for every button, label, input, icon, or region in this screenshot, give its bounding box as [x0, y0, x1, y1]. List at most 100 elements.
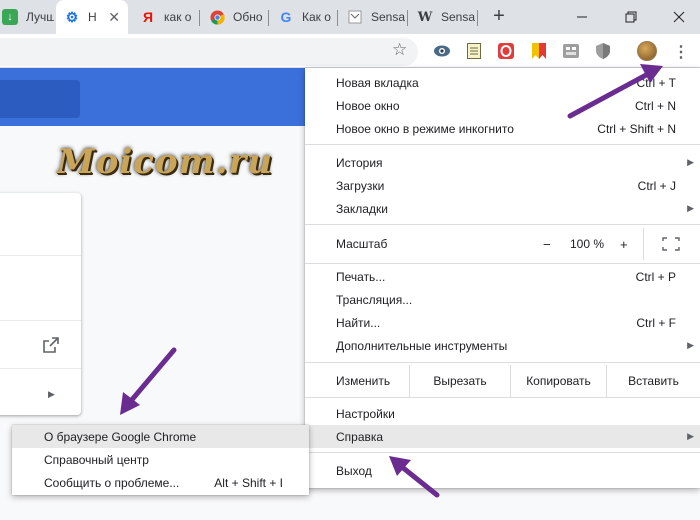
menu-item-incognito[interactable]: Новое окно в режиме инкогнито Ctrl + Shi…	[305, 117, 700, 140]
menu-item-more-tools[interactable]: Дополнительные инструменты ▶	[305, 334, 700, 357]
menu-item-find[interactable]: Найти... Ctrl + F	[305, 311, 700, 334]
menu-item-bookmarks[interactable]: Закладки ▶	[305, 197, 700, 220]
menu-item-zoom: Масштаб − 100 % +	[305, 228, 700, 260]
google-icon: G	[280, 9, 292, 25]
edit-row: Изменить Вырезать Копировать Вставить	[305, 365, 700, 397]
card-divider	[0, 320, 81, 321]
menu-item-label: Новое окно	[336, 98, 400, 113]
tab-strip: ↓ Лучш ⚙ Н ✕ Я как о Обно G Как о Sensa …	[0, 0, 700, 34]
profile-avatar[interactable]	[637, 41, 657, 61]
submenu-item-label: Сообщить о проблеме...	[44, 475, 180, 490]
menu-item-shortcut: Ctrl + N	[634, 98, 676, 113]
menu-item-shortcut: Ctrl + F	[636, 315, 676, 330]
tab-6[interactable]: Sensa	[339, 0, 405, 34]
tab-4[interactable]: Обно	[201, 0, 267, 34]
tab-title: Обно	[233, 10, 263, 24]
address-bar[interactable]	[0, 38, 418, 66]
menu-separator	[305, 452, 700, 453]
cut-button[interactable]: Вырезать	[409, 365, 510, 397]
menu-item-help[interactable]: Справка ▶	[305, 425, 700, 448]
close-icon[interactable]	[667, 6, 691, 28]
menu-item-cast[interactable]: Трансляция...	[305, 288, 700, 311]
tab-7[interactable]: W Sensa	[409, 0, 475, 34]
tab-1[interactable]: ↓ Лучш	[0, 0, 54, 34]
minimize-icon[interactable]	[570, 6, 594, 28]
tab-title: Sensa	[441, 10, 475, 24]
menu-separator	[305, 224, 700, 225]
fullscreen-icon[interactable]	[662, 237, 680, 251]
menu-item-label: Печать...	[336, 269, 386, 284]
zoom-in-button[interactable]: +	[620, 237, 628, 252]
card-divider	[0, 255, 81, 256]
edit-label: Изменить	[336, 374, 391, 388]
eye-extension-icon[interactable]	[433, 42, 451, 60]
menu-item-label: Новая вкладка	[336, 75, 419, 90]
watermark-logo: Moicom.ru	[57, 142, 274, 182]
chrome-menu-button[interactable]: ⋮	[670, 40, 692, 64]
chrome-main-menu: Новая вкладка Ctrl + T Новое окно Ctrl +…	[305, 68, 700, 488]
submenu-item-about-chrome[interactable]: О браузере Google Chrome	[12, 425, 309, 448]
wikipedia-icon: W	[417, 9, 433, 25]
menu-item-shortcut: Ctrl + J	[637, 178, 676, 193]
close-tab-icon[interactable]: ✕	[108, 10, 120, 24]
restore-icon[interactable]	[619, 6, 643, 28]
tab-title: Лучш	[26, 10, 54, 24]
tab-separator	[268, 10, 269, 26]
download-icon: ↓	[2, 9, 18, 25]
submenu-arrow-icon: ▶	[687, 340, 694, 350]
menu-item-new-window[interactable]: Новое окно Ctrl + N	[305, 94, 700, 117]
tab-title: Как о	[302, 10, 331, 24]
menu-separator	[305, 144, 700, 145]
menu-item-label: Загрузки	[336, 178, 385, 193]
zoom-out-button[interactable]: −	[543, 237, 551, 252]
paste-button[interactable]: Вставить	[606, 365, 700, 397]
menu-item-label: Выход	[336, 463, 372, 478]
tab-2-active[interactable]: ⚙ Н ✕	[56, 0, 128, 34]
page-icon	[347, 9, 363, 25]
submenu-item-label: Справочный центр	[44, 452, 149, 467]
chevron-right-icon[interactable]: ▶	[48, 389, 55, 400]
menu-item-history[interactable]: История ▶	[305, 151, 700, 174]
shield-extension-icon[interactable]	[594, 42, 612, 60]
help-submenu: О браузере Google Chrome Справочный цент…	[12, 425, 309, 495]
menu-item-label: Закладки	[336, 201, 388, 216]
bookmark-star-icon[interactable]: ☆	[392, 40, 407, 60]
submenu-arrow-icon: ▶	[687, 157, 694, 167]
open-in-new-icon[interactable]	[43, 337, 59, 356]
menu-separator	[305, 362, 700, 363]
menu-item-print[interactable]: Печать... Ctrl + P	[305, 265, 700, 288]
menu-item-settings[interactable]: Настройки	[305, 402, 700, 425]
submenu-item-help-center[interactable]: Справочный центр	[12, 448, 309, 471]
menu-item-label: Трансляция...	[336, 292, 413, 307]
settings-gear-icon: ⚙	[65, 8, 79, 25]
menu-item-shortcut: Ctrl + T	[636, 75, 676, 90]
notes-extension-icon[interactable]	[465, 42, 483, 60]
new-tab-button[interactable]: +	[488, 6, 510, 28]
chrome-icon	[209, 9, 225, 25]
submenu-arrow-icon: ▶	[687, 203, 694, 213]
menu-item-downloads[interactable]: Загрузки Ctrl + J	[305, 174, 700, 197]
tab-title: Н	[88, 10, 97, 24]
card-divider	[0, 368, 81, 369]
menu-item-label: Справка	[336, 429, 384, 444]
tab-3[interactable]: Я как о	[132, 0, 196, 34]
bookmark-extension-icon[interactable]	[530, 42, 548, 60]
menu-item-new-tab[interactable]: Новая вкладка Ctrl + T	[305, 71, 700, 94]
tab-separator	[407, 10, 408, 26]
tab-5[interactable]: G Как о	[270, 0, 336, 34]
settings-search-field[interactable]	[0, 80, 80, 118]
menu-separator	[305, 397, 700, 398]
copy-button[interactable]: Копировать	[510, 365, 606, 397]
puzzle-extension-icon[interactable]	[562, 42, 580, 60]
menu-item-label: Новое окно в режиме инкогнито	[336, 121, 514, 136]
settings-card: ▶	[0, 193, 81, 415]
menu-item-exit[interactable]: Выход	[305, 459, 700, 482]
submenu-item-report-issue[interactable]: Сообщить о проблеме... Alt + Shift + I	[12, 471, 309, 494]
yandex-icon: Я	[142, 9, 154, 25]
menu-item-shortcut: Ctrl + Shift + N	[597, 121, 676, 136]
tab-title: Sensa	[371, 10, 405, 24]
opera-extension-icon[interactable]	[497, 42, 515, 60]
tab-separator	[199, 10, 200, 26]
zoom-label: Масштаб	[336, 237, 388, 251]
menu-item-label: Настройки	[336, 406, 395, 421]
